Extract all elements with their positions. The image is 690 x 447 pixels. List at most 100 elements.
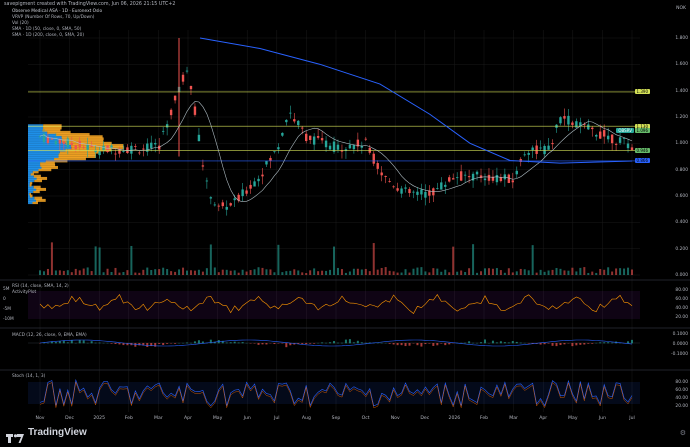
macd-histogram-bar bbox=[265, 343, 267, 344]
macd-histogram-bar bbox=[611, 343, 613, 344]
candle-body bbox=[206, 181, 208, 182]
volume-bar bbox=[134, 273, 136, 275]
candle-body bbox=[365, 139, 367, 140]
volume-bar bbox=[488, 268, 490, 275]
macd-legend[interactable]: MACD (12, 26, close, 9, EMA, EMA) bbox=[12, 333, 87, 338]
stoch-legend[interactable]: Stoch (14, 1, 3) bbox=[12, 374, 45, 379]
candle-body bbox=[508, 175, 510, 183]
macd-histogram-bar bbox=[305, 343, 307, 344]
volume-bar bbox=[258, 267, 260, 275]
macd-histogram-bar bbox=[556, 343, 558, 346]
rsi-left-axis-label: -5M bbox=[3, 307, 11, 312]
candle-body bbox=[337, 145, 339, 150]
settings-gear-icon[interactable]: ⚙ bbox=[680, 429, 686, 437]
volume-bar bbox=[285, 271, 287, 275]
volume-bar bbox=[563, 270, 565, 275]
volume-bar bbox=[289, 271, 291, 275]
volume-bar bbox=[353, 269, 355, 275]
candle-body bbox=[484, 179, 486, 181]
volume-bar bbox=[448, 272, 450, 275]
macd-histogram-bar bbox=[273, 343, 275, 344]
time-axis-label: Jul bbox=[629, 416, 635, 421]
candle-body bbox=[392, 186, 394, 187]
stoch-axis-label: 80.00 bbox=[675, 380, 688, 385]
macd-histogram-bar bbox=[158, 343, 160, 344]
price-tag: 1.096 bbox=[635, 128, 650, 133]
volume-bar bbox=[210, 244, 212, 275]
candle-body bbox=[591, 128, 593, 129]
macd-histogram-bar bbox=[389, 343, 391, 344]
candle-body bbox=[269, 158, 271, 161]
macd-histogram-bar bbox=[321, 342, 323, 343]
candle-body bbox=[611, 135, 613, 144]
candle-body bbox=[516, 171, 518, 174]
volume-profile-up-bar bbox=[28, 124, 43, 127]
price-axis-label: 0.600 bbox=[675, 194, 688, 199]
macd-histogram-bar bbox=[226, 343, 228, 344]
candle-body bbox=[249, 185, 251, 189]
volume-bar bbox=[516, 271, 518, 275]
candle-body bbox=[257, 179, 259, 181]
volume-bar bbox=[43, 271, 45, 275]
macd-histogram-bar bbox=[333, 341, 335, 343]
macd-histogram-bar bbox=[313, 343, 315, 344]
volume-profile-down-bar bbox=[34, 175, 41, 178]
macd-histogram-bar bbox=[540, 343, 542, 345]
candle-body bbox=[233, 198, 235, 200]
volume-bar bbox=[575, 271, 577, 275]
price-axis-label: 0.000 bbox=[675, 273, 688, 278]
candle-body bbox=[575, 121, 577, 127]
macd-histogram-bar bbox=[95, 343, 97, 344]
candle-body bbox=[377, 163, 379, 169]
macd-histogram-bar bbox=[591, 343, 593, 344]
macd-histogram-bar bbox=[99, 343, 101, 344]
macd-histogram-bar bbox=[134, 343, 136, 347]
macd-histogram-bar bbox=[174, 343, 176, 344]
volume-bar bbox=[178, 269, 180, 275]
candle-body bbox=[627, 144, 629, 149]
volume-bar bbox=[83, 269, 85, 275]
candle-body bbox=[182, 75, 184, 82]
macd-histogram-bar bbox=[448, 343, 450, 344]
candle-body bbox=[265, 161, 267, 165]
candle-body bbox=[524, 154, 526, 155]
candle-body bbox=[75, 145, 77, 149]
candle-body bbox=[114, 154, 116, 155]
candle-body bbox=[599, 132, 601, 139]
macd-histogram-bar bbox=[571, 343, 573, 346]
rsi-legend[interactable]: RSI (14, close, SMA, 14, 2) bbox=[12, 284, 69, 289]
macd-histogram-bar bbox=[345, 340, 347, 344]
macd-histogram-bar bbox=[500, 341, 502, 343]
macd-histogram-bar bbox=[516, 342, 518, 343]
volume-bar bbox=[552, 270, 554, 275]
macd-histogram-bar bbox=[329, 342, 331, 343]
volume-bar bbox=[385, 267, 387, 275]
candle-body bbox=[166, 124, 168, 127]
macd-histogram-bar bbox=[508, 342, 510, 343]
candle-body bbox=[39, 136, 41, 137]
candle-body bbox=[531, 148, 533, 151]
candle-body bbox=[388, 181, 390, 182]
price-axis-label: 1.400 bbox=[675, 89, 688, 94]
candle-body bbox=[134, 146, 136, 147]
tradingview-logo[interactable]: TradingView bbox=[6, 425, 87, 439]
volume-bar bbox=[361, 270, 363, 275]
volume-bar bbox=[150, 270, 152, 275]
candle-body bbox=[86, 145, 88, 150]
volume-bar bbox=[146, 268, 148, 275]
time-axis-label: Mar bbox=[154, 416, 163, 421]
candle-body bbox=[122, 151, 124, 152]
volume-bar bbox=[293, 269, 295, 275]
volume-bar bbox=[166, 269, 168, 275]
volume-bar bbox=[190, 270, 192, 275]
candle-body bbox=[317, 136, 319, 138]
price-chart[interactable] bbox=[0, 0, 690, 443]
volume-bar bbox=[162, 268, 164, 275]
candle-body bbox=[535, 146, 537, 154]
candle-body bbox=[527, 153, 529, 155]
macd-histogram-bar bbox=[436, 343, 438, 345]
volume-bar bbox=[261, 268, 263, 275]
activity-legend[interactable]: ActivityPlot bbox=[12, 290, 36, 295]
volume-bar bbox=[532, 245, 534, 275]
price-axis-label: 0.200 bbox=[675, 247, 688, 252]
